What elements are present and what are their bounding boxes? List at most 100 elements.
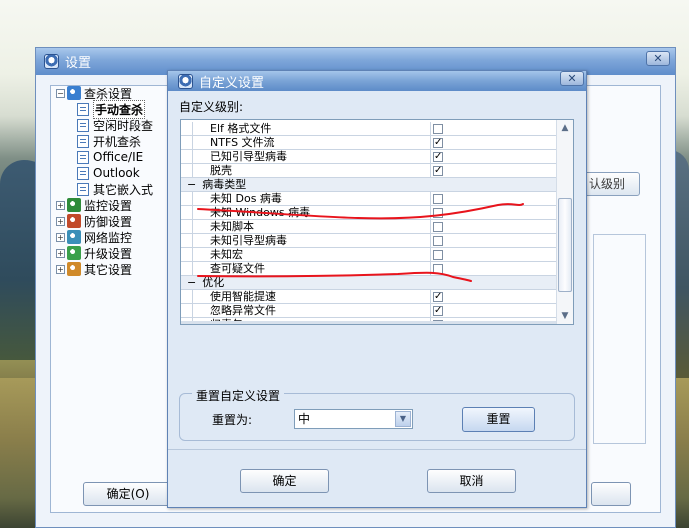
- list-item-row[interactable]: 未知引导型病毒: [181, 234, 556, 248]
- list-item-row[interactable]: 未知 Windows 病毒: [181, 206, 556, 220]
- tree-item[interactable]: 其它嵌入式: [56, 181, 153, 197]
- custom-settings-dialog: 自定义设置 ✕ 自定义级别: Elf 格式文件 NTFS 文件流 ✓ 已知引导型病毒 ✓…: [167, 70, 587, 508]
- collapse-icon[interactable]: −: [187, 276, 196, 289]
- scroll-up-icon[interactable]: ▲: [558, 121, 572, 135]
- list-item-row[interactable]: 未知宏: [181, 248, 556, 262]
- list-vertical-scrollbar[interactable]: ▲ ▼: [556, 120, 573, 324]
- item-label: NTFS 文件流: [181, 136, 431, 150]
- scroll-thumb[interactable]: [558, 198, 572, 292]
- item-label: 使用智能提速: [181, 290, 431, 304]
- reset-level-value: 中: [298, 412, 311, 426]
- page-icon: [77, 150, 89, 164]
- item-checkbox[interactable]: [433, 250, 443, 260]
- page-icon: [77, 182, 89, 196]
- category-label: 优化: [202, 276, 225, 289]
- list-item-row[interactable]: 未知脚本: [181, 220, 556, 234]
- close-icon[interactable]: ✕: [646, 51, 670, 66]
- item-checkbox[interactable]: [433, 264, 443, 274]
- item-checkbox[interactable]: [433, 236, 443, 246]
- list-rows: Elf 格式文件 NTFS 文件流 ✓ 已知引导型病毒 ✓ 脱壳 ✓ − 病毒类型 未知 Dos …: [181, 120, 556, 324]
- item-checkbox[interactable]: [433, 124, 443, 134]
- scroll-down-icon[interactable]: ▼: [558, 309, 572, 323]
- list-horizontal-scrollbar[interactable]: [181, 321, 556, 324]
- reset-group-title: 重置自定义设置: [192, 387, 285, 404]
- list-item-row[interactable]: 已知引导型病毒 ✓: [181, 150, 556, 164]
- item-checkbox[interactable]: ✓: [433, 306, 443, 316]
- item-value-cell: [431, 164, 556, 178]
- tree-item-label: Outlook: [93, 166, 140, 180]
- close-icon[interactable]: ✕: [560, 71, 584, 86]
- item-checkbox[interactable]: ✓: [433, 138, 443, 148]
- settings-apply-button[interactable]: [591, 482, 631, 506]
- tree-item-label: 监控设置: [84, 198, 133, 213]
- tree-item[interactable]: 空闲时段查: [56, 117, 153, 133]
- item-value-cell: [431, 248, 556, 262]
- cancel-button[interactable]: 取消: [427, 469, 516, 493]
- category-icon: [67, 86, 81, 100]
- ok-button[interactable]: 确定: [240, 469, 329, 493]
- item-checkbox[interactable]: [433, 208, 443, 218]
- collapse-icon[interactable]: −: [187, 178, 196, 191]
- tree-item-label: 防御设置: [84, 214, 133, 229]
- item-label: 已知引导型病毒: [181, 150, 431, 164]
- settings-title: 设置: [65, 56, 92, 71]
- expand-icon[interactable]: +: [56, 232, 65, 242]
- shield-icon: [178, 73, 193, 89]
- item-checkbox[interactable]: ✓: [433, 292, 443, 302]
- item-checkbox[interactable]: ✓: [433, 152, 443, 162]
- chevron-down-icon[interactable]: ▼: [395, 411, 411, 427]
- list-item-row[interactable]: NTFS 文件流 ✓: [181, 136, 556, 150]
- list-item-row[interactable]: 查可疑文件: [181, 262, 556, 276]
- tree-item-label: 其它嵌入式: [93, 182, 154, 197]
- item-checkbox[interactable]: [433, 194, 443, 204]
- item-value-cell: [431, 122, 556, 136]
- item-value-cell: [431, 290, 556, 304]
- item-value-cell: [431, 192, 556, 206]
- item-label: 脱壳: [181, 164, 431, 178]
- item-checkbox[interactable]: [433, 222, 443, 232]
- settings-ok-button[interactable]: 确定(O): [83, 482, 173, 506]
- tree-item-label: Office/IE: [93, 150, 144, 164]
- list-item-row[interactable]: 脱壳 ✓: [181, 164, 556, 178]
- item-label: 未知引导型病毒: [181, 234, 431, 248]
- tree-item[interactable]: 手动查杀: [56, 99, 153, 119]
- tree-item[interactable]: + 升级设置: [56, 245, 153, 261]
- expand-icon[interactable]: +: [56, 216, 65, 226]
- list-item-row[interactable]: 使用智能提速 ✓: [181, 290, 556, 304]
- list-item-row[interactable]: 忽略异常文件 ✓: [181, 304, 556, 318]
- reset-button[interactable]: 重置: [462, 407, 535, 432]
- tree-item[interactable]: + 其它设置: [56, 261, 153, 277]
- reset-level-select[interactable]: 中 ▼: [294, 409, 413, 429]
- item-label: 忽略异常文件: [181, 304, 431, 318]
- tree-item-label: 开机查杀: [93, 134, 142, 149]
- tree-item-label: 网络监控: [84, 230, 133, 245]
- item-value-cell: [431, 206, 556, 220]
- item-value-cell: [431, 150, 556, 164]
- default-level-button[interactable]: 认级别: [580, 172, 640, 196]
- tree-item[interactable]: Office/IE: [56, 149, 153, 165]
- reset-to-label: 重置为:: [212, 413, 253, 427]
- category-label: 病毒类型: [202, 178, 247, 191]
- tree-item[interactable]: 开机查杀: [56, 133, 153, 149]
- expand-icon[interactable]: +: [56, 264, 65, 274]
- item-value-cell: [431, 220, 556, 234]
- collapse-icon[interactable]: −: [56, 88, 65, 98]
- expand-icon[interactable]: +: [56, 200, 65, 210]
- tree-item[interactable]: + 网络监控: [56, 229, 153, 245]
- list-item-row[interactable]: Elf 格式文件: [181, 122, 556, 136]
- item-checkbox[interactable]: ✓: [433, 166, 443, 176]
- custom-level-label: 自定义级别:: [179, 100, 244, 114]
- tree-item[interactable]: + 防御设置: [56, 213, 153, 229]
- category-cell: − 病毒类型: [181, 178, 556, 192]
- item-label: 未知宏: [181, 248, 431, 262]
- list-category-row[interactable]: − 病毒类型: [181, 178, 556, 192]
- custom-level-list[interactable]: Elf 格式文件 NTFS 文件流 ✓ 已知引导型病毒 ✓ 脱壳 ✓ − 病毒类型 未知 Dos …: [180, 119, 574, 325]
- tree-item[interactable]: Outlook: [56, 165, 153, 181]
- tree-item[interactable]: + 监控设置: [56, 197, 153, 213]
- list-category-row[interactable]: − 优化: [181, 276, 556, 290]
- expand-icon[interactable]: +: [56, 248, 65, 258]
- dialog-titlebar[interactable]: 自定义设置: [168, 71, 586, 91]
- list-item-row[interactable]: 未知 Dos 病毒: [181, 192, 556, 206]
- item-value-cell: [431, 262, 556, 276]
- item-label: 未知 Windows 病毒: [181, 206, 431, 220]
